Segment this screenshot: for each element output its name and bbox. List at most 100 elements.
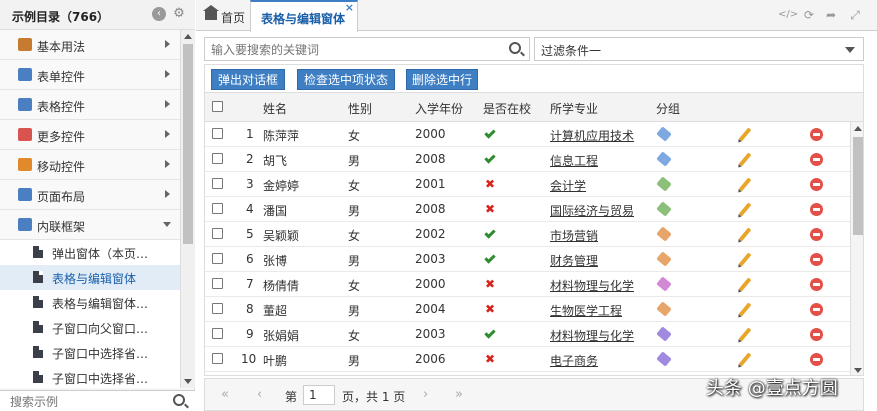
column-header-in-school[interactable]: 是否在校 [483, 100, 531, 117]
table-row[interactable]: 7 杨倩倩 女 2000 ✖ 材料物理与化学 [205, 272, 850, 297]
sidebar-item-6[interactable]: 内联框架 [0, 210, 180, 240]
close-icon[interactable]: × [345, 1, 354, 14]
next-page-icon[interactable]: › [423, 387, 428, 402]
first-page-icon[interactable]: « [221, 387, 229, 402]
pencil-icon[interactable] [738, 202, 752, 217]
row-checkbox[interactable] [212, 278, 223, 289]
pencil-icon[interactable] [738, 177, 752, 192]
column-header-name[interactable]: 姓名 [263, 100, 287, 117]
delete-icon[interactable] [810, 353, 823, 366]
sidebar-search-input[interactable] [10, 394, 160, 410]
row-checkbox[interactable] [212, 178, 223, 189]
cell-major-link[interactable]: 生物医学工程 [550, 302, 622, 319]
keyword-search-input[interactable] [211, 42, 501, 58]
column-header-year[interactable]: 入学年份 [415, 100, 463, 117]
sidebar-item-1[interactable]: 表单控件 [0, 60, 180, 90]
sidebar-subitem-5[interactable]: 子窗口中选择省… [0, 365, 180, 388]
row-checkbox[interactable] [212, 153, 223, 164]
table-row[interactable]: 2 胡飞 男 2008 信息工程 [205, 147, 850, 172]
cell-major-link[interactable]: 会计学 [550, 177, 586, 194]
sidebar-subitem-0[interactable]: 弹出窗体（本页… [0, 240, 180, 265]
sidebar-subitem-2[interactable]: 表格与编辑窗体… [0, 290, 180, 315]
refresh-icon[interactable]: ⟳ [802, 8, 816, 22]
pencil-icon[interactable] [738, 352, 752, 367]
cell-major-link[interactable]: 国际经济与贸易 [550, 202, 634, 219]
row-checkbox[interactable] [212, 353, 223, 364]
row-checkbox[interactable] [212, 303, 223, 314]
pencil-icon[interactable] [738, 277, 752, 292]
sidebar-subitem-3[interactable]: 子窗口向父窗口… [0, 315, 180, 340]
sidebar-item-3[interactable]: 更多控件 [0, 120, 180, 150]
delete-icon[interactable] [810, 303, 823, 316]
row-checkbox[interactable] [212, 228, 223, 239]
popup-dialog-button[interactable]: 弹出对话框 [211, 69, 285, 90]
row-checkbox[interactable] [212, 128, 223, 139]
select-all-checkbox[interactable] [212, 101, 223, 112]
pencil-icon[interactable] [738, 227, 752, 242]
delete-icon[interactable] [810, 228, 823, 241]
tab-home[interactable]: 首页 [196, 0, 248, 31]
table-row[interactable]: 1 陈萍萍 女 2000 计算机应用技术 [205, 122, 850, 147]
scroll-thumb[interactable] [183, 44, 193, 244]
tab-table-edit[interactable]: 表格与编辑窗体 × [250, 0, 358, 32]
sidebar-item-5[interactable]: 页面布局 [0, 180, 180, 210]
scroll-down-icon[interactable] [184, 379, 192, 384]
pencil-icon[interactable] [738, 302, 752, 317]
scroll-thumb[interactable] [853, 137, 863, 235]
row-checkbox[interactable] [212, 203, 223, 214]
cell-major-link[interactable]: 材料物理与化学 [550, 277, 634, 294]
pencil-icon[interactable] [738, 152, 752, 167]
fullscreen-icon[interactable]: ⤢ [848, 8, 862, 22]
table-row[interactable]: 10 叶鹏 男 2006 ✖ 电子商务 [205, 347, 850, 372]
scroll-up-icon[interactable] [184, 34, 192, 39]
search-icon[interactable] [509, 42, 521, 54]
delete-icon[interactable] [810, 203, 823, 216]
search-icon[interactable] [173, 394, 185, 406]
delete-icon[interactable] [810, 128, 823, 141]
pencil-icon[interactable] [738, 127, 752, 142]
check-selected-button[interactable]: 检查选中项状态 [297, 69, 395, 90]
delete-icon[interactable] [810, 178, 823, 191]
source-code-icon[interactable]: </> [778, 8, 798, 22]
table-row[interactable]: 3 金婷婷 女 2001 ✖ 会计学 [205, 172, 850, 197]
page-number-input[interactable]: 1 [303, 385, 335, 405]
share-icon[interactable]: ➦ [824, 8, 838, 22]
row-checkbox[interactable] [212, 328, 223, 339]
pencil-icon[interactable] [738, 252, 752, 267]
sidebar-scrollbar[interactable] [180, 30, 195, 388]
cell-major-link[interactable]: 信息工程 [550, 152, 598, 169]
grid-scrollbar[interactable] [850, 122, 863, 375]
sidebar-subitem-4[interactable]: 子窗口中选择省… [0, 340, 180, 365]
delete-icon[interactable] [810, 253, 823, 266]
scroll-up-icon[interactable] [854, 126, 862, 131]
column-header-group[interactable]: 分组 [656, 100, 680, 117]
column-header-major[interactable]: 所学专业 [550, 100, 598, 117]
cell-major-link[interactable]: 财务管理 [550, 252, 598, 269]
delete-icon[interactable] [810, 328, 823, 341]
scroll-down-icon[interactable] [854, 368, 862, 373]
cell-major-link[interactable]: 材料物理与化学 [550, 327, 634, 344]
sidebar-item-2[interactable]: 表格控件 [0, 90, 180, 120]
table-row[interactable]: 9 张娟娟 女 2003 材料物理与化学 [205, 322, 850, 347]
back-circle-icon[interactable]: ‹ [152, 7, 166, 21]
table-row[interactable]: 8 董超 男 2004 ✖ 生物医学工程 [205, 297, 850, 322]
table-row[interactable]: 5 吴颖颖 女 2002 市场营销 [205, 222, 850, 247]
delete-icon[interactable] [810, 278, 823, 291]
cell-major-link[interactable]: 电子商务 [550, 352, 598, 369]
delete-selected-button[interactable]: 删除选中行 [406, 69, 478, 90]
cell-major-link[interactable]: 市场营销 [550, 227, 598, 244]
gear-icon[interactable]: ⚙ [172, 7, 186, 21]
sidebar-item-0[interactable]: 基本用法 [0, 30, 180, 60]
sidebar-item-4[interactable]: 移动控件 [0, 150, 180, 180]
filter-dropdown[interactable]: 过滤条件一 [534, 37, 864, 61]
table-row[interactable]: 4 潘国 男 2008 ✖ 国际经济与贸易 [205, 197, 850, 222]
sidebar-subitem-1[interactable]: 表格与编辑窗体 [0, 265, 180, 290]
table-row[interactable]: 6 张博 男 2003 财务管理 [205, 247, 850, 272]
cell-major-link[interactable]: 计算机应用技术 [550, 127, 634, 144]
last-page-icon[interactable]: » [455, 387, 463, 402]
delete-icon[interactable] [810, 153, 823, 166]
row-checkbox[interactable] [212, 253, 223, 264]
column-header-gender[interactable]: 性别 [348, 100, 372, 117]
pencil-icon[interactable] [738, 327, 752, 342]
prev-page-icon[interactable]: ‹ [257, 387, 262, 402]
